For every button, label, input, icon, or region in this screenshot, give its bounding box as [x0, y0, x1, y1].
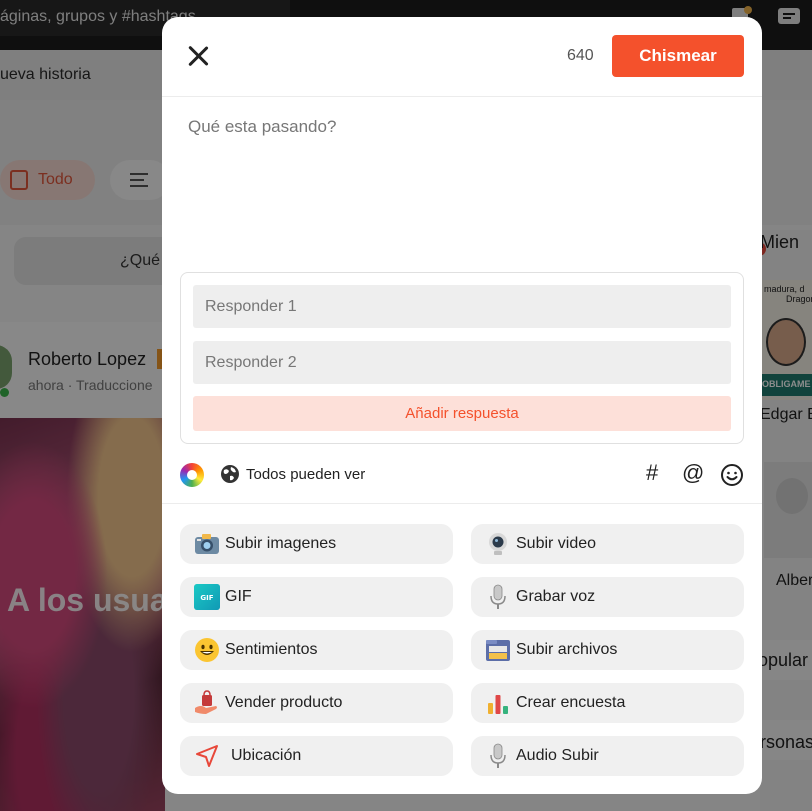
emoji-grin-icon	[195, 638, 219, 662]
upload-images-button[interactable]: Subir imagenes	[180, 524, 453, 564]
microphone-icon	[490, 584, 506, 609]
color-wheel-icon[interactable]	[180, 463, 204, 487]
camera-icon	[195, 534, 219, 554]
upload-video-label: Subir video	[516, 535, 597, 552]
privacy-selector[interactable]: Todos pueden ver	[246, 466, 365, 483]
shopping-bag-icon	[195, 690, 217, 714]
location-arrow-icon	[196, 745, 218, 767]
upload-files-label: Subir archivos	[516, 641, 618, 658]
feelings-label: Sentimientos	[225, 641, 318, 658]
hashtag-icon[interactable]: #	[646, 462, 658, 484]
gif-label: GIF	[225, 588, 252, 605]
add-answer-button[interactable]: Añadir respuesta	[193, 396, 731, 431]
close-icon[interactable]	[188, 45, 210, 67]
folder-icon	[486, 640, 510, 661]
post-textarea[interactable]	[188, 117, 738, 267]
poll-box: Añadir respuesta	[180, 272, 744, 444]
chismear-button[interactable]: Chismear	[612, 35, 744, 77]
upload-video-button[interactable]: Subir video	[471, 524, 744, 564]
gif-button[interactable]: GIF GIF	[180, 577, 453, 617]
webcam-icon	[489, 533, 507, 555]
create-poll-label: Crear encuesta	[516, 694, 626, 711]
character-count: 640	[567, 47, 594, 64]
mention-icon[interactable]: @	[682, 462, 704, 484]
feelings-button[interactable]: Sentimientos	[180, 630, 453, 670]
create-poll-button[interactable]: Crear encuesta	[471, 683, 744, 723]
audio-upload-label: Audio Subir	[516, 747, 599, 764]
record-voice-button[interactable]: Grabar voz	[471, 577, 744, 617]
poll-answer-2-input[interactable]	[193, 341, 731, 384]
privacy-toolbar: Todos pueden ver # @	[162, 454, 762, 504]
create-post-modal: 640 Chismear Añadir respuesta Todos pued…	[162, 17, 762, 794]
upload-files-button[interactable]: Subir archivos	[471, 630, 744, 670]
location-button[interactable]: Ubicación	[180, 736, 453, 776]
emoji-smile-icon[interactable]	[720, 463, 744, 487]
sell-product-label: Vender producto	[225, 694, 343, 711]
bar-chart-icon	[488, 695, 508, 714]
svg-text:GIF: GIF	[200, 594, 213, 602]
globe-icon[interactable]	[220, 464, 240, 484]
microphone-icon	[490, 743, 506, 768]
sell-product-button[interactable]: Vender producto	[180, 683, 453, 723]
gif-icon: GIF	[194, 584, 220, 610]
modal-header: 640 Chismear	[162, 17, 762, 97]
record-voice-label: Grabar voz	[516, 588, 596, 605]
location-label: Ubicación	[231, 747, 302, 764]
upload-images-label: Subir imagenes	[225, 535, 337, 552]
poll-answer-1-input[interactable]	[193, 285, 731, 328]
audio-upload-button[interactable]: Audio Subir	[471, 736, 744, 776]
